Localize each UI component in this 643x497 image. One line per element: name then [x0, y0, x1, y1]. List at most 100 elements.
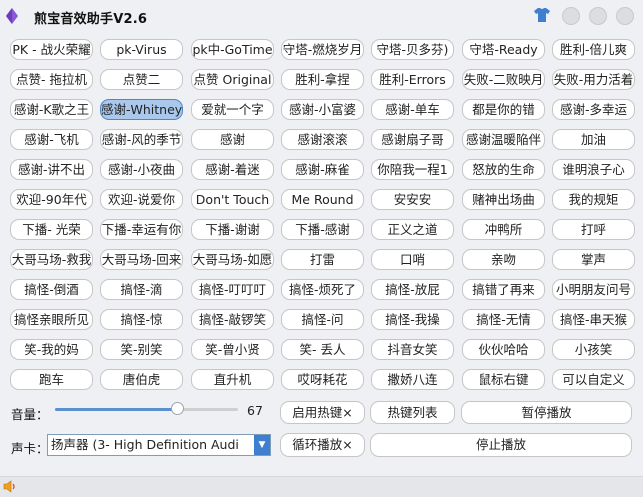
- sound-button[interactable]: 感谢: [191, 129, 274, 150]
- sound-button[interactable]: 感谢滚滚: [281, 129, 364, 150]
- enable-hotkey-button[interactable]: 启用热键×: [280, 401, 365, 424]
- sound-button[interactable]: 感谢-飞机: [10, 129, 93, 150]
- sound-button[interactable]: 感谢-着迷: [191, 159, 274, 180]
- status-bar: [0, 476, 643, 497]
- sound-button[interactable]: 小孩笑: [552, 339, 635, 360]
- sound-button[interactable]: 点赞- 拖拉机: [10, 69, 93, 90]
- sound-button[interactable]: 加油: [552, 129, 635, 150]
- sound-button[interactable]: 失败-二败映月: [462, 69, 545, 90]
- sound-button[interactable]: 胜利-Errors: [371, 69, 454, 90]
- sound-button[interactable]: 胜利-倍儿爽: [552, 39, 635, 60]
- sound-button[interactable]: 欢迎-说爱你: [100, 189, 183, 210]
- sound-button[interactable]: 大哥马场-救我: [10, 249, 93, 270]
- sound-button[interactable]: 大哥马场-回来: [100, 249, 183, 270]
- sound-button[interactable]: 伙伙哈哈: [462, 339, 545, 360]
- sound-button-selected[interactable]: 感谢-Whitney: [100, 99, 183, 120]
- loop-play-button[interactable]: 循环播放×: [280, 433, 365, 457]
- sound-button[interactable]: 下播-感谢: [281, 219, 364, 240]
- sound-button[interactable]: Me Round: [281, 189, 364, 210]
- sound-button[interactable]: Don't Touch: [191, 189, 274, 210]
- sound-button[interactable]: 亲吻: [462, 249, 545, 270]
- sound-button[interactable]: 搞怪-放屁: [371, 279, 454, 300]
- sound-button[interactable]: 点赞二: [100, 69, 183, 90]
- sound-button[interactable]: 打雷: [281, 249, 364, 270]
- sound-button[interactable]: 搞怪-倒酒: [10, 279, 93, 300]
- sound-button[interactable]: 冲鸭所: [462, 219, 545, 240]
- sound-button[interactable]: 打呼: [552, 219, 635, 240]
- sound-button[interactable]: 搞怪-串天猴: [552, 309, 635, 330]
- sound-button[interactable]: 哎呀耗花: [281, 369, 364, 390]
- app-logo-icon: [6, 8, 18, 24]
- sound-button[interactable]: 守塔-Ready: [462, 39, 545, 60]
- sound-button[interactable]: 抖音女笑: [371, 339, 454, 360]
- sound-button[interactable]: 搞怪-惊: [100, 309, 183, 330]
- sound-button[interactable]: 感谢-小夜曲: [100, 159, 183, 180]
- sound-button[interactable]: 感谢温暖陥伴: [462, 129, 545, 150]
- sound-button[interactable]: 胜利-拿捏: [281, 69, 364, 90]
- chevron-down-icon[interactable]: ▼: [254, 435, 270, 455]
- sound-button[interactable]: 怒放的生命: [462, 159, 545, 180]
- sound-button[interactable]: 下播-谢谢: [191, 219, 274, 240]
- sound-button[interactable]: PK - 战火荣耀: [10, 39, 93, 60]
- sound-button[interactable]: 搞怪亲眼所见: [10, 309, 93, 330]
- sound-button[interactable]: 赌神出场曲: [462, 189, 545, 210]
- sound-button[interactable]: 感谢-单车: [371, 99, 454, 120]
- sound-button[interactable]: 正义之道: [371, 219, 454, 240]
- sound-button[interactable]: 小明朋友问号: [552, 279, 635, 300]
- sound-button[interactable]: 感谢-多幸运: [552, 99, 635, 120]
- sound-button[interactable]: 我的规矩: [552, 189, 635, 210]
- sound-button[interactable]: 跑车: [10, 369, 93, 390]
- sound-button[interactable]: 爱就一个字: [191, 99, 274, 120]
- sound-button[interactable]: 鼠标右键: [462, 369, 545, 390]
- sound-button[interactable]: 守塔-贝多芬): [371, 39, 454, 60]
- sound-button[interactable]: pk-Virus: [100, 39, 183, 60]
- sound-button[interactable]: 搞怪-问: [281, 309, 364, 330]
- sound-button[interactable]: 感谢-K歌之王: [10, 99, 93, 120]
- sound-button[interactable]: 口哨: [371, 249, 454, 270]
- hotkey-list-button[interactable]: 热键列表: [370, 401, 455, 424]
- sound-button[interactable]: 直升机: [191, 369, 274, 390]
- close-button[interactable]: [616, 7, 634, 25]
- sound-button[interactable]: 笑-曾小贤: [191, 339, 274, 360]
- sound-button[interactable]: 搞怪-叮叮叮: [191, 279, 274, 300]
- volume-slider-thumb[interactable]: [171, 402, 184, 415]
- maximize-button[interactable]: [589, 7, 607, 25]
- sound-button[interactable]: 失败-用力活着: [552, 69, 635, 90]
- sound-button[interactable]: 点赞 Original: [191, 69, 274, 90]
- sound-button[interactable]: 都是你的错: [462, 99, 545, 120]
- stop-button[interactable]: 停止播放: [370, 433, 632, 457]
- sound-button[interactable]: 安安安: [371, 189, 454, 210]
- sound-button[interactable]: 笑-我的妈: [10, 339, 93, 360]
- sound-button[interactable]: 大哥马场-如愿: [191, 249, 274, 270]
- sound-button[interactable]: 笑-别笑: [100, 339, 183, 360]
- sound-button[interactable]: 搞怪-无情: [462, 309, 545, 330]
- pause-button[interactable]: 暂停播放: [461, 401, 632, 424]
- sound-card-select[interactable]: 扬声器 (3- High Definition Audi ▼: [47, 434, 271, 456]
- sound-button[interactable]: 掌声: [552, 249, 635, 270]
- sound-button[interactable]: pk中-GoTime: [191, 39, 274, 60]
- sound-button[interactable]: 唐伯虎: [100, 369, 183, 390]
- sound-button[interactable]: 感谢扇子哥: [371, 129, 454, 150]
- sound-button[interactable]: 欢迎-90年代: [10, 189, 93, 210]
- sound-button[interactable]: 撒娇八连: [371, 369, 454, 390]
- speaker-icon: [3, 480, 15, 493]
- sound-button[interactable]: 感谢-麻雀: [281, 159, 364, 180]
- sound-button[interactable]: 感谢-风的季节: [100, 129, 183, 150]
- sound-button[interactable]: 搞怪-我操: [371, 309, 454, 330]
- sound-button[interactable]: 搞怪-敲锣笑: [191, 309, 274, 330]
- tshirt-icon[interactable]: [533, 6, 551, 24]
- sound-button[interactable]: 可以自定义: [552, 369, 635, 390]
- sound-button[interactable]: 感谢-小富婆: [281, 99, 364, 120]
- sound-button[interactable]: 感谢-讲不出: [10, 159, 93, 180]
- minimize-button[interactable]: [562, 7, 580, 25]
- sound-button[interactable]: 下播-幸运有你: [100, 219, 183, 240]
- sound-button[interactable]: 笑- 丢人: [281, 339, 364, 360]
- sound-button[interactable]: 搞错了再来: [462, 279, 545, 300]
- sound-button[interactable]: 守塔-燃烧岁月: [281, 39, 364, 60]
- sound-button[interactable]: 你陪我一程1: [371, 159, 454, 180]
- volume-slider[interactable]: [55, 402, 238, 415]
- sound-button[interactable]: 下播- 光荣: [10, 219, 93, 240]
- sound-button[interactable]: 搞怪-滴: [100, 279, 183, 300]
- sound-button[interactable]: 搞怪-烦死了: [281, 279, 364, 300]
- sound-button[interactable]: 谁明浪子心: [552, 159, 635, 180]
